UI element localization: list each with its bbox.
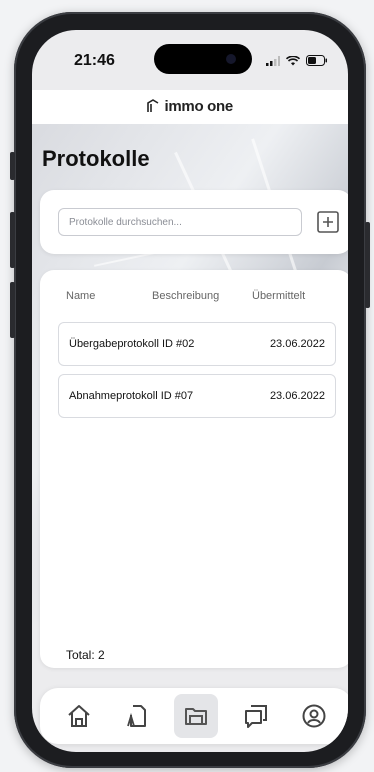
app-screen: 21:46 immo one Protokolle Protokolle dur… (32, 30, 348, 752)
camera-dot (226, 54, 236, 64)
status-bar: 21:46 (32, 30, 348, 90)
protocol-date: 23.06.2022 (269, 338, 325, 350)
status-icons (266, 55, 328, 66)
column-header-description[interactable]: Beschreibung (152, 290, 219, 302)
logo-building-icon (147, 99, 159, 112)
power-button (365, 222, 370, 308)
table-row[interactable]: Abnahmeprotokoll ID #07 23.06.2022 (58, 374, 336, 418)
profile-icon (302, 704, 326, 728)
tab-home[interactable] (57, 694, 101, 738)
table-row[interactable]: Übergabeprotokoll ID #02 23.06.2022 (58, 322, 336, 366)
home-icon (68, 705, 90, 727)
folder-icon (185, 708, 207, 725)
table-header: Name Beschreibung Übermittelt (40, 290, 348, 306)
wifi-icon (286, 55, 300, 65)
protocol-name: Abnahmeprotokoll ID #07 (69, 390, 194, 402)
tab-documents[interactable] (116, 694, 160, 738)
protocol-date: 23.06.2022 (269, 390, 325, 402)
total-count: Total: 2 (66, 648, 105, 662)
page-title: Protokolle (42, 146, 150, 171)
tab-messages[interactable] (234, 694, 278, 738)
tab-profile[interactable] (292, 694, 336, 738)
protocol-name: Übergabeprotokoll ID #02 (69, 338, 195, 350)
dynamic-island (154, 44, 252, 74)
silent-switch (10, 152, 15, 180)
volume-down-button (10, 282, 15, 338)
app-logo: immo one (164, 98, 234, 115)
protocol-list-card: Name Beschreibung Übermittelt Übergabepr… (40, 270, 348, 668)
signal-icon (266, 55, 280, 66)
bottom-tab-bar (40, 688, 348, 744)
battery-icon (306, 55, 327, 66)
search-input[interactable] (58, 208, 302, 236)
app-header: immo one (32, 90, 348, 124)
phone-frame: 21:46 immo one Protokolle Protokolle dur… (10, 12, 370, 768)
document-icon (127, 705, 146, 727)
search-card (40, 190, 348, 254)
volume-up-button (10, 212, 15, 268)
column-header-name[interactable]: Name (66, 290, 95, 302)
tab-protocols[interactable] (174, 694, 218, 738)
chat-icon (245, 705, 267, 728)
status-time: 21:46 (74, 52, 115, 69)
column-header-submitted[interactable]: Übermittelt (252, 290, 305, 302)
add-protocol-button[interactable] (316, 210, 340, 234)
